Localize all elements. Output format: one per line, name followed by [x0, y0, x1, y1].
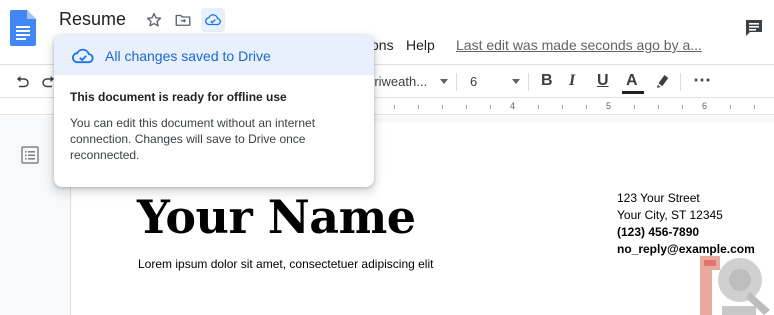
last-edit-link[interactable]: Last edit was made seconds ago by a... [456, 37, 702, 53]
star-icon[interactable] [142, 8, 166, 32]
undo-icon[interactable] [13, 73, 31, 91]
ruler-tick [586, 105, 587, 109]
font-size-dropdown-arrow[interactable] [512, 79, 520, 84]
font-family-select[interactable]: rriweath... [370, 74, 427, 89]
toolbar-divider [528, 73, 529, 91]
text-color-button[interactable]: A [626, 72, 638, 90]
ruler-tick [634, 105, 635, 109]
ruler-tick [754, 105, 755, 109]
resume-name-heading[interactable]: Your Name [137, 190, 416, 244]
ruler-tick [442, 105, 443, 109]
offline-ready-description: You can edit this document without an in… [70, 116, 316, 162]
watermark-logo [700, 256, 770, 315]
address-line[interactable]: 123 Your Street [617, 191, 700, 205]
offline-ready-title: This document is ready for offline use [70, 90, 287, 104]
ruler-tick [418, 105, 419, 109]
ruler-tick [394, 105, 395, 109]
saved-status-text: All changes saved to Drive [105, 48, 271, 64]
ruler-tick [658, 105, 659, 109]
ruler-tick [682, 105, 683, 109]
comment-icon[interactable] [744, 18, 764, 38]
menu-item-add-ons[interactable]: ons [371, 37, 394, 53]
underline-button[interactable]: U [597, 72, 609, 90]
resume-summary[interactable]: Lorem ipsum dolor sit amet, consectetuer… [138, 257, 433, 271]
save-status-popup: All changes saved to Drive This document… [54, 35, 374, 187]
ruler-number: 6 [702, 101, 708, 111]
text-color-swatch [622, 91, 644, 94]
menu-item-help[interactable]: Help [406, 37, 435, 53]
font-size-select[interactable]: 6 [470, 74, 477, 89]
ruler-tick [490, 105, 491, 109]
ruler-tick [538, 105, 539, 109]
phone-number[interactable]: (123) 456-7890 [617, 225, 699, 239]
highlighter-icon[interactable] [654, 72, 672, 90]
ruler-number: 5 [606, 101, 612, 111]
ruler-tick [466, 105, 467, 109]
bold-button[interactable]: B [541, 72, 553, 90]
docs-window: Resume ons Help Last edit was made secon… [0, 0, 774, 315]
document-title[interactable]: Resume [59, 9, 126, 30]
cloud-saved-icon [72, 48, 94, 64]
cloud-saved-icon[interactable] [201, 8, 225, 32]
docs-logo-icon[interactable] [10, 10, 36, 46]
address-line[interactable]: Your City, ST 12345 [617, 208, 723, 222]
more-options-button[interactable]: ⋯ [693, 70, 711, 91]
ruler-tick [562, 105, 563, 109]
toolbar-divider [456, 73, 457, 91]
outline-icon[interactable] [21, 146, 39, 164]
italic-button[interactable]: I [569, 72, 575, 90]
move-folder-icon[interactable] [171, 8, 195, 32]
toolbar-divider [680, 73, 681, 91]
ruler-number: 4 [510, 101, 516, 111]
font-family-dropdown-arrow[interactable] [440, 79, 448, 84]
ruler-tick [730, 105, 731, 109]
